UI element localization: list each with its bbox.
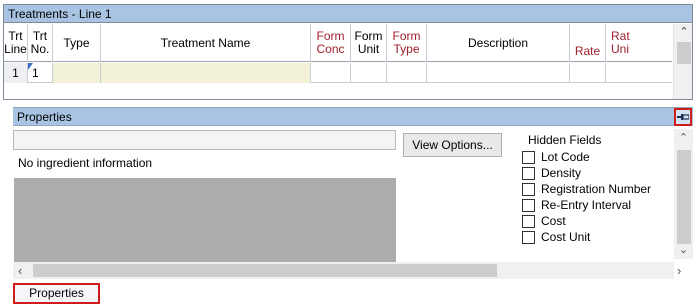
cell-treatment-name[interactable] <box>101 63 311 83</box>
current-cell-marker-icon <box>28 63 33 70</box>
column-header-form-type[interactable]: Form Type <box>387 24 427 62</box>
checkbox-box[interactable] <box>522 150 535 164</box>
hidden-field-cost-unit-checkbox[interactable]: Cost Unit <box>522 229 590 245</box>
cell-form-conc[interactable] <box>311 63 351 83</box>
chevron-left-icon[interactable]: ‹ <box>18 262 22 279</box>
ingredient-list-area <box>14 178 396 262</box>
hidden-field-registration-number-checkbox[interactable]: Registration Number <box>522 181 651 197</box>
cell-description[interactable] <box>427 63 570 83</box>
hidden-field-re-entry-interval-checkbox[interactable]: Re-Entry Interval <box>522 197 631 213</box>
hidden-field-density-checkbox[interactable]: Density <box>522 165 581 181</box>
checkbox-box[interactable] <box>522 230 535 244</box>
column-header-rate[interactable]: Rate <box>570 24 606 62</box>
properties-title-bar: Properties <box>13 107 693 126</box>
checkbox-label: Cost Unit <box>541 230 591 244</box>
table-row[interactable]: 1 1 <box>4 63 672 83</box>
properties-tab[interactable]: Properties <box>13 283 100 304</box>
treatments-vertical-scrollbar[interactable]: ⌃ <box>673 24 692 99</box>
checkbox-label: Registration Number <box>541 182 652 196</box>
cell-trt-no[interactable]: 1 <box>28 63 53 83</box>
scrollbar-thumb[interactable] <box>677 150 691 244</box>
column-header-type[interactable]: Type <box>53 24 101 62</box>
empty-ingredient-message: No ingredient information <box>14 151 396 170</box>
checkbox-label: Density <box>541 166 582 180</box>
properties-panel-title: Properties <box>17 110 72 124</box>
checkbox-box[interactable] <box>522 198 535 212</box>
treatments-grid-header: Trt Line Trt No. Type Treatment Name For… <box>4 24 672 62</box>
checkbox-label: Lot Code <box>541 150 590 164</box>
chevron-down-icon[interactable]: ⌄ <box>674 243 693 256</box>
cell-trt-line[interactable]: 1 <box>4 63 28 83</box>
view-options-button[interactable]: View Options... <box>403 133 502 157</box>
scrollbar-thumb[interactable] <box>677 42 691 64</box>
pin-button[interactable] <box>674 108 692 126</box>
cell-type[interactable] <box>53 63 101 83</box>
cell-rate-unit[interactable] <box>606 63 672 83</box>
hidden-fields-group: Hidden Fields Lot Code Density Registrat… <box>512 133 668 265</box>
column-header-trt-line[interactable]: Trt Line <box>4 24 28 62</box>
properties-vertical-scrollbar[interactable]: ⌃ ⌄ <box>674 129 693 259</box>
scrollbar-thumb[interactable] <box>33 264 497 277</box>
ingredient-list-header <box>13 130 396 150</box>
hidden-field-cost-checkbox[interactable]: Cost <box>522 213 566 229</box>
column-header-form-unit[interactable]: Form Unit <box>351 24 387 62</box>
pin-icon <box>677 114 689 120</box>
checkbox-label: Cost <box>541 214 566 228</box>
chevron-up-icon[interactable]: ⌃ <box>674 25 692 39</box>
cell-rate[interactable] <box>570 63 606 83</box>
hidden-fields-legend: Hidden Fields <box>528 133 602 147</box>
chevron-right-icon[interactable]: › <box>677 262 681 279</box>
column-header-trt-no[interactable]: Trt No. <box>28 24 53 62</box>
column-header-rate-unit[interactable]: Rat Uni <box>606 24 672 62</box>
column-header-treatment-name[interactable]: Treatment Name <box>101 24 311 62</box>
column-header-form-conc[interactable]: Form Conc <box>311 24 351 62</box>
properties-horizontal-scrollbar[interactable]: ‹ › <box>13 262 681 279</box>
cell-form-type[interactable] <box>387 63 427 83</box>
checkbox-box[interactable] <box>522 182 535 196</box>
cell-form-unit[interactable] <box>351 63 387 83</box>
column-header-description[interactable]: Description <box>427 24 570 62</box>
checkbox-label: Re-Entry Interval <box>541 198 632 212</box>
checkbox-box[interactable] <box>522 166 535 180</box>
treatments-panel: Treatments - Line 1 Trt Line Trt No. Typ… <box>3 4 693 100</box>
chevron-up-icon[interactable]: ⌃ <box>674 131 693 144</box>
checkbox-box[interactable] <box>522 214 535 228</box>
treatments-panel-title: Treatments - Line 1 <box>4 5 692 23</box>
hidden-field-lot-code-checkbox[interactable]: Lot Code <box>522 149 590 165</box>
cell-trt-no-value: 1 <box>32 66 39 80</box>
